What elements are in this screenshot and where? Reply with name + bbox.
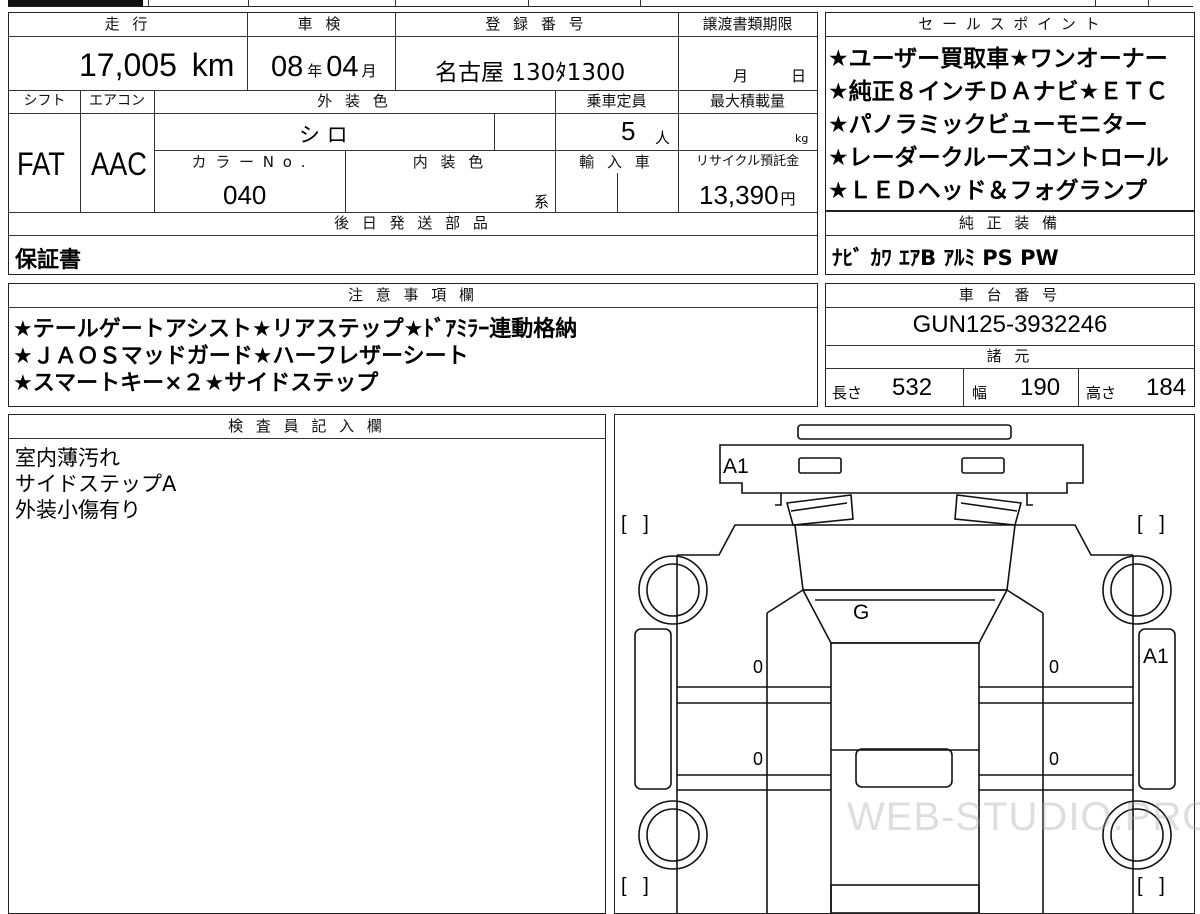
transfer-deadline-label: 譲渡書類期限 [702, 15, 793, 33]
top-strip [0, 0, 1200, 10]
recycle-unit: 円 [780, 191, 796, 208]
inspector-box: 検 査 員 記 入 欄 室内薄汚れ サイドステップA 外装小傷有り [8, 414, 606, 914]
sales-points-title: セ ー ル ス ポ イ ン ト [918, 15, 1102, 33]
chassis-number: GUN125-3932246 [912, 311, 1108, 338]
bracket-rear-right: [ ] [1137, 875, 1165, 897]
aircon-value: AAC [91, 146, 157, 183]
inspector-line: 室内薄汚れ [15, 446, 120, 470]
mileage-unit: km [191, 47, 235, 83]
notes-box: 注 意 事 項 欄 ★テールゲートアシスト★リアステップ★ﾄﾞｱﾐﾗｰ連動格納 … [8, 283, 818, 407]
note-line: ★テールゲートアシスト★リアステップ★ﾄﾞｱﾐﾗｰ連動格納 [13, 317, 578, 342]
length-label: 長さ [832, 384, 863, 402]
specs-title: 諸 元 [986, 347, 1034, 365]
capacity-label: 乗車定員 [586, 92, 647, 110]
aircon-text: AAC [91, 146, 147, 182]
sales-point-line: ★純正８インチＤＡナビ★ＥＴＣ [828, 79, 1169, 105]
mileage-value: 17,005 km [79, 47, 234, 84]
deadline-month-unit: 月 [733, 67, 749, 85]
right-side-mark: A1 [1143, 645, 1169, 668]
watermark: WEB-STUDIO.PRO [847, 795, 1200, 839]
vehicle-info-grid: 走 行 車 検 登 録 番 号 譲渡書類期限 17,005 km 08 年 04 月 … [8, 12, 818, 275]
recycle-amount: 13,390 円 [699, 180, 796, 211]
front-bumper-mark: A1 [723, 455, 749, 478]
color-no-value: 040 [223, 180, 267, 210]
height-value: 184 [1146, 374, 1187, 401]
inspector-line: サイドステップA [15, 472, 177, 496]
shift-label: シフト [23, 93, 66, 109]
chassis-specs-box: 車 台 番 号 GUN125-3932246 諸 元 長さ 532 幅 190 … [825, 283, 1195, 407]
interior-color-label: 内 装 色 [412, 153, 488, 171]
door-mark-front-right: 0 [1049, 657, 1060, 677]
windshield-mark: G [853, 601, 870, 624]
aircon-label: エアコン [89, 93, 145, 109]
max-load-label: 最大積載量 [709, 92, 785, 110]
door-mark-rear-left: 0 [753, 749, 764, 769]
door-mark-rear-right: 0 [1049, 749, 1060, 769]
equipment-title: 純 正 装 備 [958, 214, 1062, 232]
inspection-year-unit: 年 [307, 63, 323, 80]
door-mark-front-left: 0 [753, 657, 764, 677]
sales-points-box: セ ー ル ス ポ イ ン ト ★ユーザー買取車★ワンオーナー ★純正８インチＤ… [825, 12, 1195, 211]
chassis-title: 車 台 番 号 [958, 286, 1062, 304]
equipment-value: ﾅﾋﾞ ｶﾜ ｴｱB ｱﾙﾐ PS PW [832, 246, 1059, 270]
bracket-rear-left: [ ] [621, 875, 649, 897]
later-parts-label: 後 日 発 送 部 品 [334, 214, 492, 232]
exterior-color-value: シ ロ [299, 123, 348, 147]
note-line: ★ＪＡＯＳマッドガード★ハーフレザーシート [13, 344, 469, 369]
width-value: 190 [1020, 374, 1061, 401]
inspection-label: 車 検 [297, 15, 345, 33]
inspection-year: 08 [271, 51, 304, 83]
recycle-label: リサイクル預託金 [695, 154, 800, 169]
sales-point-line: ★ＬＥＤヘッド＆フォグランプ [828, 178, 1147, 204]
registration-label: 登 録 番 号 [485, 15, 588, 33]
color-no-label: カ ラ ー N o . [191, 153, 308, 171]
inspection-month: 04 [326, 51, 359, 83]
inspection-date: 08 年 04 月 [271, 51, 377, 84]
inspector-title: 検 査 員 記 入 欄 [228, 417, 386, 435]
shift-value: FAT [17, 146, 73, 183]
mileage-label: 走 行 [104, 15, 152, 33]
exterior-color-label: 外 装 色 [317, 92, 392, 110]
bracket-front-left: [ ] [621, 513, 649, 535]
recycle-number: 13,390 [699, 180, 779, 210]
registration-number: 名古屋 130ﾀ1300 [435, 60, 626, 86]
capacity-unit: 人 [655, 129, 671, 147]
mileage-number: 17,005 [79, 47, 177, 83]
inspection-month-unit: 月 [361, 63, 377, 80]
capacity-value: 5 [621, 116, 636, 146]
sales-point-line: ★ユーザー買取車★ワンオーナー [828, 46, 1168, 72]
bracket-front-right: [ ] [1137, 513, 1165, 535]
height-label: 高さ [1086, 384, 1117, 402]
max-load-unit: kg [795, 132, 809, 145]
notes-title: 注 意 事 項 欄 [347, 286, 479, 304]
deadline-day-unit: 日 [791, 67, 807, 85]
interior-color-suffix: 系 [534, 193, 550, 211]
equipment-box: 純 正 装 備 ﾅﾋﾞ ｶﾜ ｴｱB ｱﾙﾐ PS PW [825, 211, 1195, 275]
import-label: 輸 入 車 [579, 153, 654, 171]
width-label: 幅 [972, 384, 988, 402]
later-parts-value: 保証書 [15, 248, 82, 273]
sales-point-line: ★レーダークルーズコントロール [828, 145, 1169, 171]
length-value: 532 [892, 374, 933, 401]
note-line: ★スマートキー×２★サイドステップ [13, 371, 379, 396]
car-damage-diagram: A1 G A1 0 0 0 0 [ ] [ ] [ ] [ ] WEB-STUD… [614, 414, 1200, 914]
sales-point-line: ★パノラミックビューモニター [828, 112, 1148, 138]
inspector-line: 外装小傷有り [15, 498, 141, 522]
shift-text: FAT [17, 146, 65, 182]
